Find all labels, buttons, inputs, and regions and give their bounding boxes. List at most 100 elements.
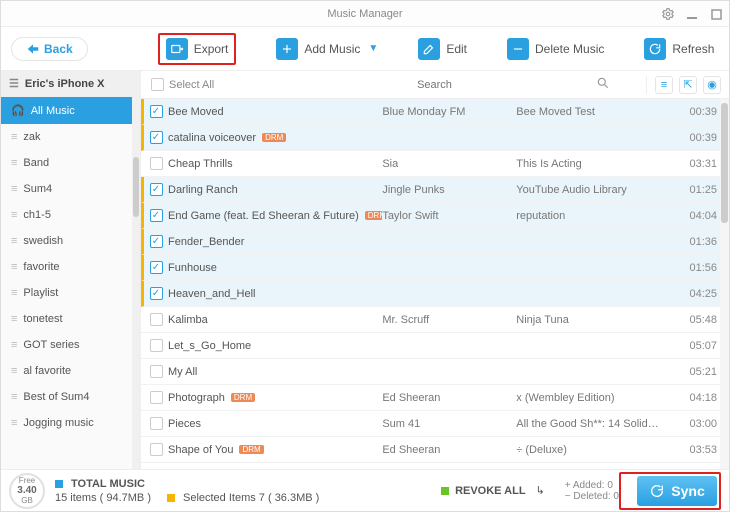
sidebar-item-label: All Music <box>31 105 75 117</box>
row-checkbox[interactable] <box>150 313 163 326</box>
sync-label: Sync <box>671 483 704 499</box>
table-row[interactable]: End Game (feat. Ed Sheeran & Future) DRM… <box>141 203 729 229</box>
table-row[interactable]: PiecesSum 41All the Good Sh**: 14 Solid…… <box>141 411 729 437</box>
sidebar-item-label: GOT series <box>23 339 79 351</box>
row-checkbox[interactable] <box>150 157 163 170</box>
row-checkbox[interactable] <box>150 443 163 456</box>
select-all-checkbox[interactable] <box>151 78 164 91</box>
sidebar-item[interactable]: ≡swedish <box>1 228 140 254</box>
total-detail: 15 items ( 94.7MB ) <box>55 492 151 504</box>
sidebar-item-label: Jogging music <box>23 417 93 429</box>
free-label: Free <box>19 476 35 485</box>
table-row[interactable]: Heaven_and_Hell04:25 <box>141 281 729 307</box>
row-checkbox[interactable] <box>150 417 163 430</box>
search-icon[interactable] <box>596 76 610 93</box>
table-row[interactable]: Bee MovedBlue Monday FMBee Moved Test00:… <box>141 99 729 125</box>
sidebar-item[interactable]: ≡favorite <box>1 254 140 280</box>
row-checkbox[interactable] <box>150 131 163 144</box>
view-list-icon[interactable]: ≡ <box>655 76 673 94</box>
sidebar-item[interactable]: ≡ch1-5 <box>1 202 140 228</box>
rows-scrollbar-thumb[interactable] <box>721 103 728 223</box>
sidebar-item[interactable]: ≡ Band <box>1 150 140 176</box>
row-time: 05:48 <box>677 314 717 326</box>
playlist-icon: ≡ <box>11 235 17 247</box>
row-checkbox[interactable] <box>150 209 163 222</box>
goto-top-icon[interactable]: ⇱ <box>679 76 697 94</box>
sidebar-item[interactable]: ≡Playlist <box>1 280 140 306</box>
sidebar-item[interactable]: ≡Best of Sum4 <box>1 384 140 410</box>
revoke-label[interactable]: REVOKE ALL <box>455 485 526 497</box>
sidebar-item[interactable]: ≡GOT series <box>1 332 140 358</box>
free-unit: GB <box>21 496 33 505</box>
row-title: My All <box>168 366 382 378</box>
sidebar-item[interactable]: ≡tonetest <box>1 306 140 332</box>
storage-wheel: Free 3.40 GB <box>9 473 45 509</box>
back-button[interactable]: Back <box>11 37 88 61</box>
delete-music-button[interactable]: Delete Music <box>507 38 604 60</box>
headphones-icon: 🎧 <box>11 104 25 117</box>
row-checkbox[interactable] <box>150 391 163 404</box>
playlist-icon: ≡ <box>11 157 17 169</box>
table-row[interactable]: Cheap ThrillsSiaThis Is Acting03:31 <box>141 151 729 177</box>
row-artist: Ed Sheeran <box>382 444 516 456</box>
row-title: Kalimba <box>168 314 382 326</box>
sidebar-item[interactable]: ≡Jogging music <box>1 410 140 436</box>
row-checkbox[interactable] <box>150 235 163 248</box>
table-row[interactable]: Photograph DRMEd Sheeranx (Wembley Editi… <box>141 385 729 411</box>
row-title: Pieces <box>168 418 382 430</box>
table-row[interactable]: KalimbaMr. ScruffNinja Tuna05:48 <box>141 307 729 333</box>
drm-badge: DRM <box>239 445 263 454</box>
sidebar-item[interactable]: ≡Sum4 <box>1 176 140 202</box>
sidebar-item-label: Band <box>23 157 49 169</box>
row-checkbox[interactable] <box>150 183 163 196</box>
gear-icon[interactable] <box>661 7 675 21</box>
sidebar-scrollbar-track[interactable] <box>132 97 140 469</box>
sidebar-item-label: ch1-5 <box>23 209 51 221</box>
table-row[interactable]: Shape of You DRMEd Sheeran÷ (Deluxe)03:5… <box>141 437 729 463</box>
table-row[interactable]: catalina voiceover DRM00:39 <box>141 125 729 151</box>
row-title: Funhouse <box>168 262 382 274</box>
delete-icon <box>507 38 529 60</box>
row-checkbox[interactable] <box>150 105 163 118</box>
row-title: Fender_Bender <box>168 236 382 248</box>
table-row[interactable]: Funhouse 01:56 <box>141 255 729 281</box>
sidebar-item-label: tonetest <box>23 313 62 325</box>
row-checkbox[interactable] <box>150 365 163 378</box>
table-row[interactable]: Let_s_Go_Home05:07 <box>141 333 729 359</box>
table-row[interactable]: Darling RanchJingle PunksYouTube Audio L… <box>141 177 729 203</box>
row-checkbox[interactable] <box>150 339 163 352</box>
row-artist: Jingle Punks <box>382 184 516 196</box>
export-button[interactable]: Export <box>158 33 237 65</box>
row-time: 04:18 <box>677 392 717 404</box>
table-row[interactable]: My All05:21 <box>141 359 729 385</box>
minimize-icon[interactable] <box>685 7 699 21</box>
search-input[interactable] <box>335 79 535 91</box>
sidebar-item[interactable]: ≡al favorite <box>1 358 140 384</box>
view-grid-icon[interactable]: ◉ <box>703 76 721 94</box>
edit-button[interactable]: Edit <box>418 38 467 60</box>
maximize-icon[interactable] <box>709 7 723 21</box>
device-header[interactable]: ☰ Eric's iPhone X <box>1 71 140 97</box>
added-count: + Added: 0 <box>565 480 619 491</box>
total-label: TOTAL MUSIC <box>71 478 145 490</box>
sidebar-item[interactable]: ≡zak <box>1 124 140 150</box>
sync-button[interactable]: Sync <box>637 476 717 506</box>
row-time: 01:56 <box>677 262 717 274</box>
row-album: Ninja Tuna <box>516 314 677 326</box>
row-album: YouTube Audio Library <box>516 184 677 196</box>
row-checkbox[interactable] <box>150 287 163 300</box>
row-title: Let_s_Go_Home <box>168 340 382 352</box>
free-value: 3.40 <box>17 485 36 496</box>
sidebar-scrollbar-thumb[interactable] <box>133 157 139 217</box>
refresh-icon <box>644 38 666 60</box>
sidebar-item[interactable]: 🎧 All Music <box>1 97 140 124</box>
add-music-button[interactable]: Add Music ▼ <box>276 38 378 60</box>
drm-badge: DRM <box>231 393 255 402</box>
table-row[interactable]: Fender_Bender01:36 <box>141 229 729 255</box>
row-title: Bee Moved <box>168 106 382 118</box>
row-checkbox[interactable] <box>150 261 163 274</box>
device-name: Eric's iPhone X <box>25 78 105 90</box>
drm-badge: DRM <box>365 211 383 220</box>
refresh-button[interactable]: Refresh <box>644 38 714 60</box>
row-time: 00:39 <box>677 106 717 118</box>
